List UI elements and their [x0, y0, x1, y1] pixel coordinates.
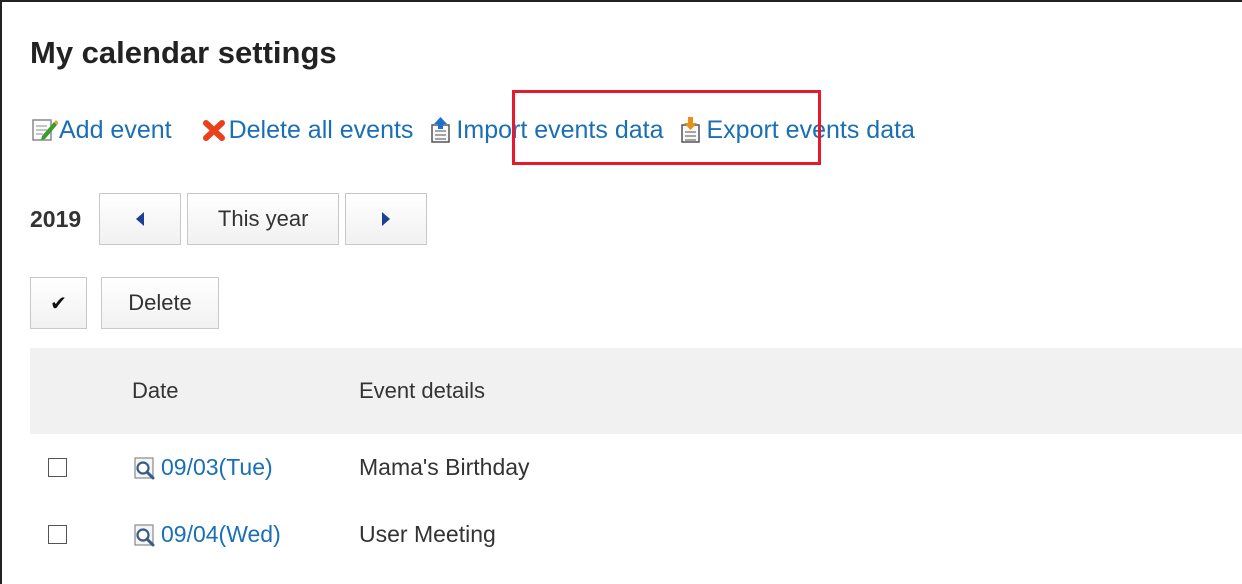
event-date-link[interactable]: 09/03(Tue)	[132, 454, 273, 481]
triangle-right-icon	[382, 212, 391, 226]
edit-note-icon	[30, 116, 58, 144]
red-x-icon	[200, 116, 228, 144]
next-year-button[interactable]	[345, 193, 428, 245]
view-detail-icon	[132, 455, 158, 481]
import-events-link[interactable]: Import events data	[427, 116, 663, 145]
import-events-label: Import events data	[456, 115, 664, 144]
view-detail-icon	[132, 522, 158, 548]
row-checkbox[interactable]	[48, 525, 67, 544]
delete-all-events-link[interactable]: Delete all events	[200, 115, 414, 145]
export-events-link[interactable]: Export events data	[677, 115, 915, 145]
add-event-label: Add event	[59, 115, 172, 144]
export-events-label: Export events data	[706, 115, 915, 144]
previous-year-button[interactable]	[99, 193, 182, 245]
delete-all-events-label: Delete all events	[228, 115, 414, 144]
events-table: Date Event details 09/03(Tue) Mama's Bir…	[30, 348, 1242, 568]
event-date: 09/03(Tue)	[161, 454, 273, 480]
add-event-link[interactable]: Add event	[30, 116, 172, 145]
delete-button[interactable]: Delete	[101, 277, 219, 329]
date-column-header: Date	[132, 378, 179, 403]
page-title: My calendar settings	[30, 35, 337, 70]
event-details-column-header: Event details	[359, 378, 485, 403]
event-date-link[interactable]: 09/04(Wed)	[132, 521, 281, 548]
action-bar: Add event Delete all events Import event…	[30, 108, 915, 152]
event-details: User Meeting	[359, 521, 496, 547]
event-date: 09/04(Wed)	[161, 521, 281, 547]
table-row: 09/03(Tue) Mama's Birthday	[30, 434, 1242, 501]
this-year-button[interactable]: This year	[187, 193, 340, 245]
row-checkbox[interactable]	[48, 458, 67, 477]
year-navigation: 2019 This year	[30, 193, 428, 245]
select-all-button[interactable]: ✔	[30, 277, 87, 329]
table-header: Date Event details	[30, 348, 1242, 434]
import-upload-icon	[427, 116, 455, 144]
table-row: 09/04(Wed) User Meeting	[30, 501, 1242, 568]
triangle-left-icon	[136, 212, 145, 226]
export-download-icon	[677, 116, 705, 144]
current-year: 2019	[30, 205, 82, 232]
selection-toolbar: ✔ Delete	[30, 277, 219, 329]
event-details: Mama's Birthday	[359, 454, 530, 480]
